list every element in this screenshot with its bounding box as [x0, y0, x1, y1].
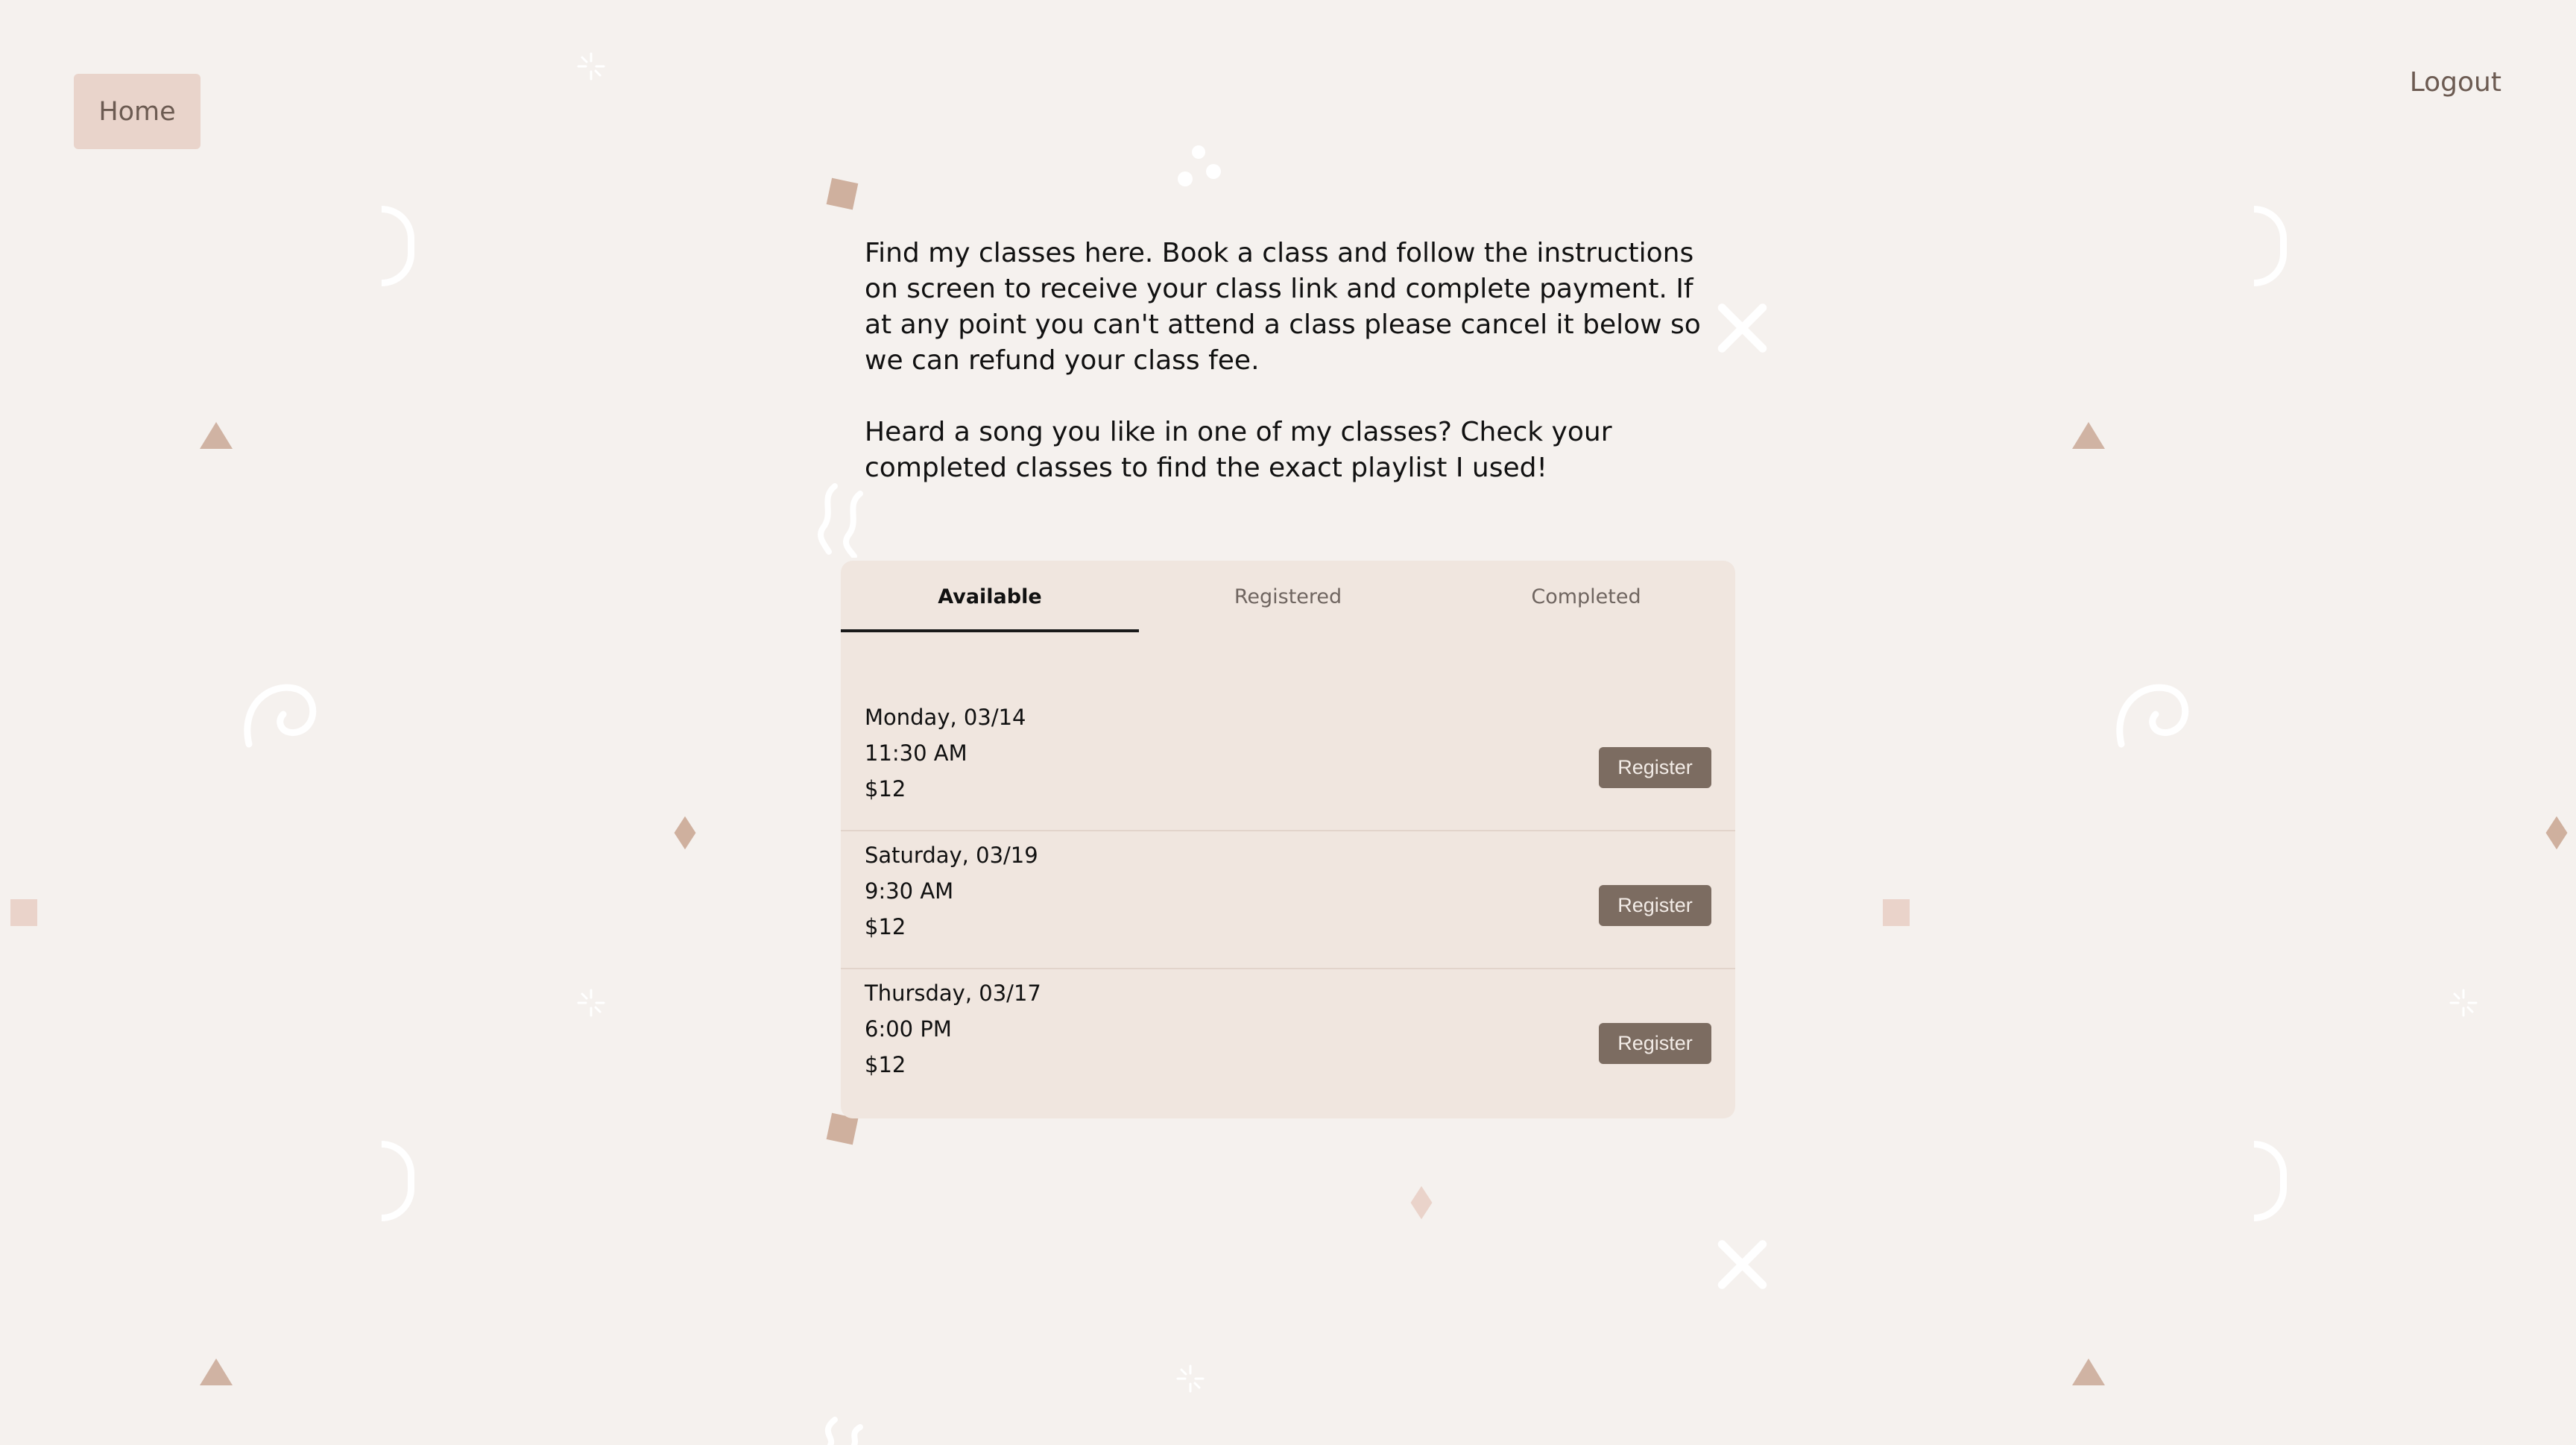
swirl-decoration	[2116, 684, 2189, 748]
class-row: Monday, 03/14 11:30 AM $12 Register	[841, 693, 1735, 831]
register-button[interactable]: Register	[1599, 1023, 1711, 1064]
squiggle-decoration	[824, 1417, 863, 1445]
x-decoration	[1714, 300, 1771, 356]
swirl-decoration	[244, 684, 317, 748]
intro-paragraph: Heard a song you like in one of my class…	[865, 417, 1612, 483]
class-time: 9:30 AM	[865, 878, 954, 904]
triangle-decoration	[200, 422, 233, 449]
register-button[interactable]: Register	[1599, 747, 1711, 788]
classes-panel: Available Registered Completed Monday, 0…	[841, 561, 1735, 1118]
page: Home Logout Find my classes here. Book a…	[0, 0, 2576, 1445]
triangle-decoration	[2072, 422, 2105, 449]
sparkle-decoration	[577, 989, 605, 1017]
triangle-decoration	[200, 1359, 233, 1385]
diamond-decoration	[1410, 1186, 1433, 1220]
dots-decoration	[1178, 145, 1221, 186]
half-moon-decoration	[2254, 206, 2287, 286]
class-day: Monday, 03/14	[865, 705, 1026, 730]
tab-completed[interactable]: Completed	[1437, 561, 1735, 632]
sparkle-decoration	[2449, 989, 2478, 1017]
class-details: Saturday, 03/19 9:30 AM $12	[865, 837, 1038, 945]
class-price: $12	[865, 776, 906, 802]
class-time: 11:30 AM	[865, 740, 967, 766]
square-decoration	[1883, 899, 1910, 926]
home-button[interactable]: Home	[74, 74, 201, 149]
square-decoration	[10, 899, 37, 926]
tab-registered[interactable]: Registered	[1139, 561, 1437, 632]
class-details: Thursday, 03/17 6:00 PM $12	[865, 975, 1041, 1083]
intro-paragraph: Find my classes here. Book a class and f…	[865, 238, 1701, 376]
diamond-decoration	[2545, 816, 2568, 850]
diamond-decoration	[674, 816, 696, 850]
class-list: Monday, 03/14 11:30 AM $12 Register Satu…	[841, 693, 1735, 1107]
sparkle-decoration	[577, 52, 605, 81]
class-price: $12	[865, 1052, 906, 1077]
logout-link[interactable]: Logout	[2410, 67, 2501, 98]
half-moon-decoration	[2254, 1141, 2287, 1221]
class-details: Monday, 03/14 11:30 AM $12	[865, 699, 1026, 807]
intro-text: Find my classes here. Book a class and f…	[865, 236, 1714, 522]
class-time: 6:00 PM	[865, 1016, 952, 1042]
squiggle-decoration	[818, 483, 863, 558]
sparkle-decoration	[1176, 1364, 1205, 1393]
class-row: Saturday, 03/19 9:30 AM $12 Register	[841, 831, 1735, 969]
class-price: $12	[865, 914, 906, 939]
triangle-decoration	[2072, 1359, 2105, 1385]
class-day: Thursday, 03/17	[865, 980, 1041, 1006]
square-decoration	[826, 177, 859, 210]
class-row: Thursday, 03/17 6:00 PM $12 Register	[841, 969, 1735, 1107]
tab-available[interactable]: Available	[841, 561, 1139, 632]
class-tabs: Available Registered Completed	[841, 561, 1735, 632]
register-button[interactable]: Register	[1599, 885, 1711, 926]
half-moon-decoration	[382, 206, 414, 286]
half-moon-decoration	[382, 1141, 414, 1221]
class-day: Saturday, 03/19	[865, 843, 1038, 868]
x-decoration	[1714, 1236, 1771, 1293]
